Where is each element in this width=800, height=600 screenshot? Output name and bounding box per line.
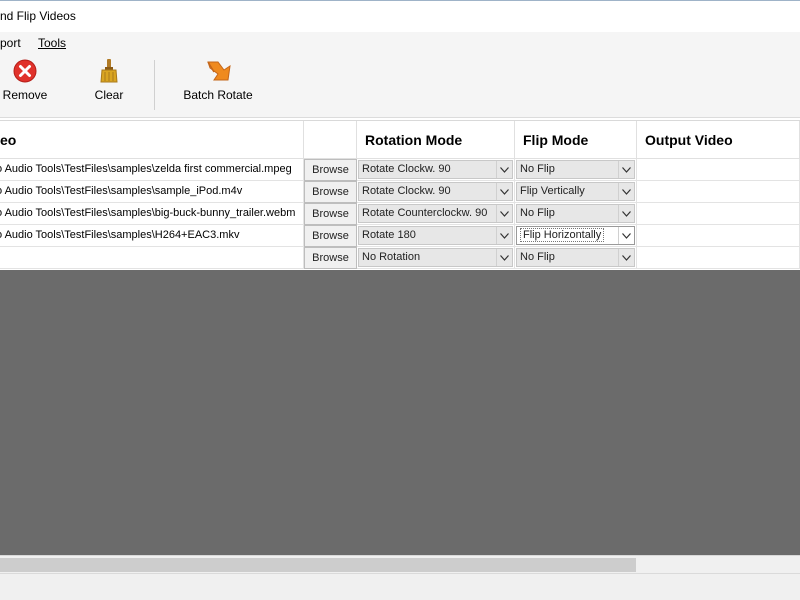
- rotation-mode-cell: Rotate 180: [357, 225, 515, 247]
- remove-button-label: Remove: [2, 88, 48, 102]
- rotation-mode-cell: No Rotation: [357, 247, 515, 269]
- flip-mode-select[interactable]: No Flip: [516, 204, 635, 223]
- clear-button-label: Clear: [92, 88, 126, 102]
- rotation-mode-select[interactable]: Rotate 180: [358, 226, 513, 245]
- clear-button-text: Clear: [94, 88, 124, 102]
- menu-bar: port Tools: [0, 32, 800, 54]
- batch-rotate-button[interactable]: Batch Rotate: [182, 58, 254, 108]
- chevron-down-icon[interactable]: [496, 227, 512, 244]
- flip-mode-select[interactable]: No Flip: [516, 160, 635, 179]
- input-path-cell[interactable]: o Audio Tools\TestFiles\samples\big-buck…: [0, 203, 304, 225]
- output-video-cell[interactable]: [637, 181, 800, 203]
- clear-button[interactable]: Clear: [92, 58, 126, 108]
- broom-icon: [100, 59, 118, 83]
- chevron-down-icon[interactable]: [496, 183, 512, 200]
- browse-button[interactable]: Browse: [304, 247, 357, 269]
- menu-item-import[interactable]: port: [0, 36, 21, 50]
- flip-mode-select[interactable]: Flip Vertically: [516, 182, 635, 201]
- chevron-down-icon[interactable]: [618, 249, 634, 266]
- table-row: o Audio Tools\TestFiles\samples\zelda fi…: [0, 159, 800, 181]
- input-path-text: o Audio Tools\TestFiles\samples\big-buck…: [0, 207, 296, 219]
- output-video-cell[interactable]: [637, 247, 800, 269]
- input-path-cell[interactable]: [0, 247, 304, 269]
- flip-mode-value: Flip Vertically: [520, 185, 585, 197]
- chevron-down-icon[interactable]: [618, 227, 634, 244]
- table-row: Browse No Rotation No Flip: [0, 247, 800, 269]
- flip-mode-cell: Flip Horizontally: [515, 225, 637, 247]
- rotation-mode-cell: Rotate Counterclockw. 90: [357, 203, 515, 225]
- remove-x-icon: [13, 59, 37, 83]
- toolbar-separator: [154, 60, 155, 110]
- rotation-mode-cell: Rotate Clockw. 90: [357, 159, 515, 181]
- rotation-mode-select[interactable]: Rotate Clockw. 90: [358, 160, 513, 179]
- rotation-mode-cell: Rotate Clockw. 90: [357, 181, 515, 203]
- column-header-input-video[interactable]: eo: [0, 121, 304, 159]
- flip-mode-cell: No Flip: [515, 159, 637, 181]
- flip-mode-cell: Flip Vertically: [515, 181, 637, 203]
- column-header-browse: [304, 121, 357, 159]
- column-header-rotation-mode[interactable]: Rotation Mode: [357, 121, 515, 159]
- rotation-mode-select[interactable]: No Rotation: [358, 248, 513, 267]
- title-bar: nd Flip Videos: [0, 0, 800, 32]
- column-header-flip-mode[interactable]: Flip Mode: [515, 121, 637, 159]
- toolbar: Remove Clear Batch Rotate: [0, 54, 800, 118]
- column-header-output-video[interactable]: Output Video: [637, 121, 800, 159]
- table-row: o Audio Tools\TestFiles\samples\H264+EAC…: [0, 225, 800, 247]
- table-row: o Audio Tools\TestFiles\samples\big-buck…: [0, 203, 800, 225]
- menu-item-tools-label: Tools: [38, 36, 67, 50]
- rotation-mode-select[interactable]: Rotate Clockw. 90: [358, 182, 513, 201]
- input-path-text: o Audio Tools\TestFiles\samples\sample_i…: [0, 185, 243, 197]
- rotation-mode-select[interactable]: Rotate Counterclockw. 90: [358, 204, 513, 223]
- batch-rotate-icon: [207, 61, 231, 81]
- output-video-cell[interactable]: [637, 225, 800, 247]
- browse-button[interactable]: Browse: [304, 181, 357, 203]
- batch-rotate-button-label: Batch Rotate: [183, 88, 253, 102]
- rotation-mode-value: Rotate Clockw. 90: [362, 163, 451, 175]
- window-title: nd Flip Videos: [0, 9, 76, 23]
- chevron-down-icon[interactable]: [618, 183, 634, 200]
- flip-mode-value: No Flip: [520, 207, 555, 219]
- video-grid: eo Rotation Mode Flip Mode Output Video …: [0, 120, 800, 270]
- flip-mode-select[interactable]: Flip Horizontally: [516, 226, 635, 245]
- flip-mode-value: No Flip: [520, 163, 555, 175]
- flip-mode-value: No Flip: [520, 251, 555, 263]
- remove-button[interactable]: Remove: [2, 58, 48, 108]
- browse-button[interactable]: Browse: [304, 225, 357, 247]
- rotation-mode-value: Rotate Clockw. 90: [362, 185, 451, 197]
- chevron-down-icon[interactable]: [618, 161, 634, 178]
- scrollbar-thumb[interactable]: [0, 558, 636, 572]
- status-bar: [0, 573, 800, 600]
- horizontal-scrollbar[interactable]: [0, 555, 800, 573]
- rotation-mode-value: Rotate Counterclockw. 90: [362, 207, 488, 219]
- table-row: o Audio Tools\TestFiles\samples\sample_i…: [0, 181, 800, 203]
- chevron-down-icon[interactable]: [618, 205, 634, 222]
- grid-empty-area: [0, 270, 800, 555]
- browse-button[interactable]: Browse: [304, 203, 357, 225]
- flip-mode-value: Flip Horizontally: [520, 228, 605, 242]
- chevron-down-icon[interactable]: [496, 161, 512, 178]
- flip-mode-select[interactable]: No Flip: [516, 248, 635, 267]
- input-path-cell[interactable]: o Audio Tools\TestFiles\samples\sample_i…: [0, 181, 304, 203]
- chevron-down-icon[interactable]: [496, 249, 512, 266]
- output-video-cell[interactable]: [637, 203, 800, 225]
- rotation-mode-value: Rotate 180: [362, 229, 416, 241]
- input-path-cell[interactable]: o Audio Tools\TestFiles\samples\zelda fi…: [0, 159, 304, 181]
- input-path-cell[interactable]: o Audio Tools\TestFiles\samples\H264+EAC…: [0, 225, 304, 247]
- browse-button[interactable]: Browse: [304, 159, 357, 181]
- output-video-cell[interactable]: [637, 159, 800, 181]
- rotation-mode-value: No Rotation: [362, 251, 421, 263]
- flip-mode-cell: No Flip: [515, 203, 637, 225]
- input-path-text: o Audio Tools\TestFiles\samples\H264+EAC…: [0, 229, 240, 241]
- chevron-down-icon[interactable]: [496, 205, 512, 222]
- input-path-text: o Audio Tools\TestFiles\samples\zelda fi…: [0, 163, 292, 175]
- flip-mode-cell: No Flip: [515, 247, 637, 269]
- menu-item-tools[interactable]: Tools: [38, 36, 66, 50]
